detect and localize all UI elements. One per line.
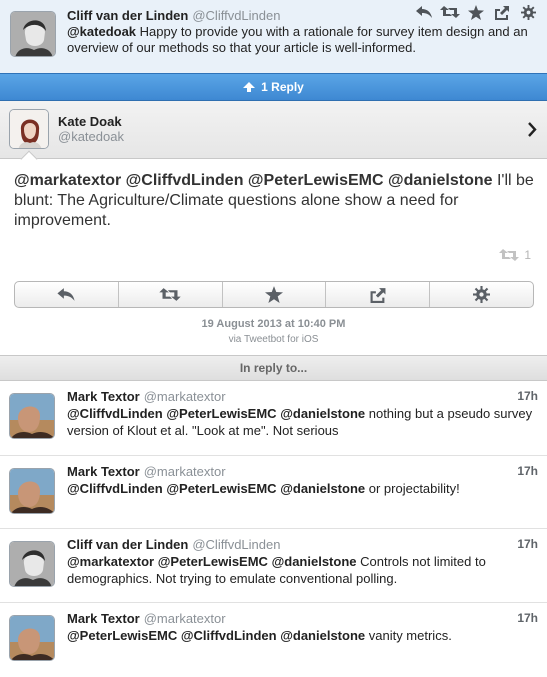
- mention-link[interactable]: @katedoak: [67, 24, 136, 39]
- retweet-count-value: 1: [524, 248, 531, 262]
- author-name: Kate Doak: [58, 114, 122, 129]
- avatar[interactable]: [10, 11, 56, 57]
- avatar[interactable]: [9, 393, 55, 439]
- tweet-time: 17h: [517, 611, 538, 625]
- main-tweet-text: @markatextor @CliffvdLinden @PeterLewisE…: [14, 172, 534, 229]
- share-icon[interactable]: [491, 3, 513, 21]
- author-name: Mark Textor @markatextor: [67, 464, 226, 479]
- mention-link[interactable]: @PeterLewisEMC: [166, 481, 276, 496]
- avatar[interactable]: [9, 541, 55, 587]
- reply-button[interactable]: [15, 282, 119, 307]
- retweet-count[interactable]: 1: [499, 248, 531, 262]
- author-handle: @CliffvdLinden: [192, 537, 281, 552]
- mention-link[interactable]: @CliffvdLinden: [181, 628, 277, 643]
- retweet-icon: [159, 288, 181, 301]
- author-name: Cliff van der Linden @CliffvdLinden: [67, 537, 281, 552]
- author-name: Cliff van der Linden @CliffvdLinden: [67, 8, 281, 23]
- gear-icon: [473, 286, 491, 303]
- tweet-time: 17h: [517, 389, 538, 403]
- share-button[interactable]: [326, 282, 431, 307]
- mention-link[interactable]: @CliffvdLinden: [126, 172, 244, 189]
- mention-link[interactable]: @PeterLewisEMC: [248, 172, 384, 189]
- tweet-text: @katedoak Happy to provide you with a ra…: [67, 24, 528, 55]
- tweet-source[interactable]: via Tweetbot for iOS: [0, 334, 547, 345]
- in-reply-to-header: In reply to...: [0, 355, 547, 381]
- tweet-actions: [413, 3, 539, 21]
- arrow-up-icon: [243, 82, 256, 92]
- author-handle: @markatextor: [143, 389, 226, 404]
- settings-button[interactable]: [430, 282, 533, 307]
- mention-link[interactable]: @PeterLewisEMC: [158, 554, 268, 569]
- replies-button[interactable]: 1 Reply: [0, 73, 547, 101]
- mention-link[interactable]: @danielstone: [388, 172, 493, 189]
- retweet-icon[interactable]: [439, 3, 461, 21]
- author-profile-row[interactable]: Kate Doak @katedoak: [0, 101, 547, 159]
- mention-link[interactable]: @PeterLewisEMC: [67, 628, 177, 643]
- list-item[interactable]: Mark Textor @markatextor 17h @PeterLewisE…: [0, 603, 547, 677]
- mention-link[interactable]: @PeterLewisEMC: [166, 406, 276, 421]
- mention-link[interactable]: @CliffvdLinden: [67, 481, 163, 496]
- mention-link[interactable]: @markatextor: [67, 554, 154, 569]
- chevron-right-icon[interactable]: [527, 122, 537, 142]
- author-handle: @markatextor: [143, 464, 226, 479]
- mention-link[interactable]: @danielstone: [272, 554, 357, 569]
- star-icon: [264, 286, 283, 303]
- tweet-time: 17h: [517, 537, 538, 551]
- tweet-text: @CliffvdLinden @PeterLewisEMC @danielsto…: [67, 406, 533, 438]
- author-handle: @katedoak: [58, 129, 124, 144]
- mention-link[interactable]: @CliffvdLinden: [67, 406, 163, 421]
- mention-link[interactable]: @danielstone: [280, 406, 365, 421]
- list-item[interactable]: Cliff van der Linden @CliffvdLinden 17h @…: [0, 529, 547, 603]
- tweet-timestamp: 19 August 2013 at 10:40 PM: [201, 318, 346, 330]
- gear-icon[interactable]: [517, 3, 539, 21]
- author-handle: @CliffvdLinden: [192, 8, 281, 23]
- reply-icon: [57, 288, 75, 301]
- favorite-button[interactable]: [223, 282, 327, 307]
- action-bar: [14, 281, 534, 308]
- retweet-button[interactable]: [119, 282, 223, 307]
- reply-icon[interactable]: [413, 3, 435, 21]
- tweet-text: @markatextor @PeterLewisEMC @danielstone…: [67, 554, 486, 586]
- avatar[interactable]: [9, 615, 55, 661]
- share-icon: [370, 287, 386, 303]
- parent-tweet[interactable]: Cliff van der Linden @CliffvdLinden @kate…: [0, 0, 547, 73]
- avatar[interactable]: [9, 109, 49, 149]
- tweet-time: 17h: [517, 464, 538, 478]
- tweet-text: @CliffvdLinden @PeterLewisEMC @danielsto…: [67, 481, 460, 496]
- list-item[interactable]: Mark Textor @markatextor 17h @CliffvdLind…: [0, 456, 547, 529]
- tweet-text: @PeterLewisEMC @CliffvdLinden @danielsto…: [67, 628, 452, 643]
- retweet-icon: [499, 249, 520, 261]
- author-name: Mark Textor @markatextor: [67, 611, 226, 626]
- mention-link[interactable]: @danielstone: [280, 481, 365, 496]
- star-icon[interactable]: [465, 3, 487, 21]
- author-name: Mark Textor @markatextor: [67, 389, 226, 404]
- mention-link[interactable]: @danielstone: [280, 628, 365, 643]
- mention-link[interactable]: @markatextor: [14, 172, 121, 189]
- avatar[interactable]: [9, 468, 55, 514]
- list-item[interactable]: Mark Textor @markatextor 17h @CliffvdLind…: [0, 381, 547, 456]
- replies-label: 1 Reply: [261, 80, 304, 94]
- author-handle: @markatextor: [143, 611, 226, 626]
